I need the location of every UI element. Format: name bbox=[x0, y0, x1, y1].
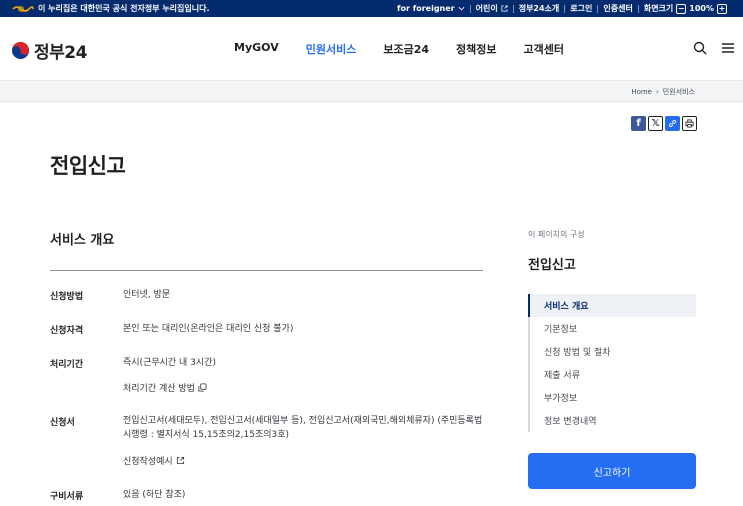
site-header: 정부24 MyGOV 민원서비스 보조금24 정책정보 고객센터 bbox=[0, 17, 743, 80]
row-value: 본인 또는 대리인(온라인은 대리인 신청 불가) bbox=[123, 324, 294, 334]
breadcrumb-bar: Home › 민원서비스 bbox=[0, 80, 743, 102]
taegeuk-logo-icon bbox=[11, 41, 30, 60]
kids-label: 어린이 bbox=[475, 4, 498, 13]
chain-link-icon bbox=[668, 119, 677, 128]
form-example-label: 신청작성예시 bbox=[123, 457, 173, 467]
zoom-value: 100% bbox=[689, 4, 714, 13]
page-title: 전입신고 bbox=[50, 154, 126, 178]
search-icon[interactable] bbox=[693, 41, 707, 55]
login-link[interactable]: 로그인 bbox=[565, 3, 597, 14]
utility-menu: for foreigner 어린이 정부24소개 로그인 인증센터 화면크기 −… bbox=[392, 2, 735, 15]
row-value-line2: 시행령 : 별지서식 15,15조의2,15조의3호) bbox=[123, 430, 290, 440]
toc-item-documents[interactable]: 제출 서류 bbox=[528, 363, 696, 386]
nav-policy[interactable]: 정책정보 bbox=[456, 41, 496, 57]
x-twitter-icon[interactable]: 𝕏 bbox=[648, 116, 663, 131]
gov-notice-bar: 이 누리집은 대한민국 공식 전자정부 누리집입니다. for foreigne… bbox=[0, 0, 743, 17]
chevron-down-icon bbox=[458, 6, 465, 11]
row-value: 즉시(근무시간 내 3시간) bbox=[123, 358, 216, 368]
nav-civil-service[interactable]: 민원서비스 bbox=[306, 41, 357, 57]
logo-text: 정부24 bbox=[34, 43, 87, 63]
nav-subsidy[interactable]: 보조금24 bbox=[383, 41, 429, 57]
gov-notice-text: 이 누리집은 대한민국 공식 전자정부 누리집입니다. bbox=[38, 4, 210, 13]
breadcrumb: Home › 민원서비스 bbox=[631, 87, 695, 97]
row-label: 처리기간 bbox=[50, 360, 84, 370]
toc-item-method[interactable]: 신청 방법 및 절차 bbox=[528, 340, 696, 363]
row-label: 신청서 bbox=[50, 418, 75, 428]
processing-time-calc-label: 처리기간 계산 방법 bbox=[123, 384, 195, 394]
breadcrumb-current[interactable]: 민원서비스 bbox=[663, 87, 695, 97]
toc-item-overview[interactable]: 서비스 개요 bbox=[528, 294, 696, 317]
print-icon[interactable] bbox=[682, 116, 697, 131]
section-divider bbox=[50, 270, 483, 271]
share-tools: f 𝕏 bbox=[631, 116, 697, 131]
row-value: 인터넷, 방문 bbox=[123, 290, 171, 300]
breadcrumb-home[interactable]: Home bbox=[631, 88, 652, 96]
external-link-icon bbox=[501, 5, 508, 12]
toc-caption: 이 페이지의 구성 bbox=[528, 230, 585, 239]
site-logo[interactable]: 정부24 bbox=[11, 38, 87, 63]
printer-glyph-icon bbox=[685, 119, 694, 128]
zoom-out-button[interactable]: − bbox=[676, 3, 687, 14]
section-title: 서비스 개요 bbox=[50, 233, 115, 248]
nav-customer-center[interactable]: 고객센터 bbox=[523, 41, 563, 57]
toc-item-additional[interactable]: 부가정보 bbox=[528, 386, 696, 409]
toc-item-basic-info[interactable]: 기본정보 bbox=[528, 317, 696, 340]
row-label: 신청자격 bbox=[50, 326, 84, 336]
processing-time-calc-link[interactable]: 처리기간 계산 방법 bbox=[123, 381, 207, 394]
nav-mygov[interactable]: MyGOV bbox=[234, 41, 279, 57]
zoom-label: 화면크기 bbox=[643, 4, 674, 13]
about-link[interactable]: 정부24소개 bbox=[514, 3, 565, 14]
row-label: 구비서류 bbox=[50, 492, 84, 502]
cert-center-link[interactable]: 인증센터 bbox=[598, 3, 637, 14]
link-copy-icon[interactable] bbox=[665, 116, 680, 131]
menu-icon[interactable] bbox=[721, 41, 735, 55]
toc-nav: 서비스 개요 기본정보 신청 방법 및 절차 제출 서류 부가정보 정보 변경내… bbox=[528, 294, 696, 432]
zoom-control: 화면크기 − 100% + bbox=[639, 3, 735, 14]
zoom-in-button[interactable]: + bbox=[717, 3, 727, 14]
foreigner-label: for foreigner bbox=[397, 4, 455, 13]
external-link-icon bbox=[176, 456, 184, 465]
toc-title: 전입신고 bbox=[528, 258, 576, 273]
row-label: 신청방법 bbox=[50, 292, 84, 302]
copy-icon bbox=[198, 383, 207, 392]
apply-button[interactable]: 신고하기 bbox=[528, 453, 696, 489]
chevron-right-icon: › bbox=[655, 88, 659, 96]
facebook-icon[interactable]: f bbox=[631, 116, 646, 131]
kids-link[interactable]: 어린이 bbox=[471, 3, 513, 14]
row-value-line1: 전입신고서(세대모두), 전입신고서(세대일부 등), 전입신고서(재외국민,해… bbox=[123, 416, 483, 426]
main-nav: MyGOV 민원서비스 보조금24 정책정보 고객센터 bbox=[234, 41, 591, 57]
form-example-link[interactable]: 신청작성예시 bbox=[123, 454, 185, 467]
toc-item-history[interactable]: 정보 변경내역 bbox=[528, 409, 696, 432]
foreigner-link[interactable]: for foreigner bbox=[392, 4, 470, 13]
gov-mark-icon bbox=[12, 6, 34, 12]
header-actions bbox=[693, 41, 735, 55]
row-value: 있음 (하단 참조) bbox=[123, 490, 186, 500]
